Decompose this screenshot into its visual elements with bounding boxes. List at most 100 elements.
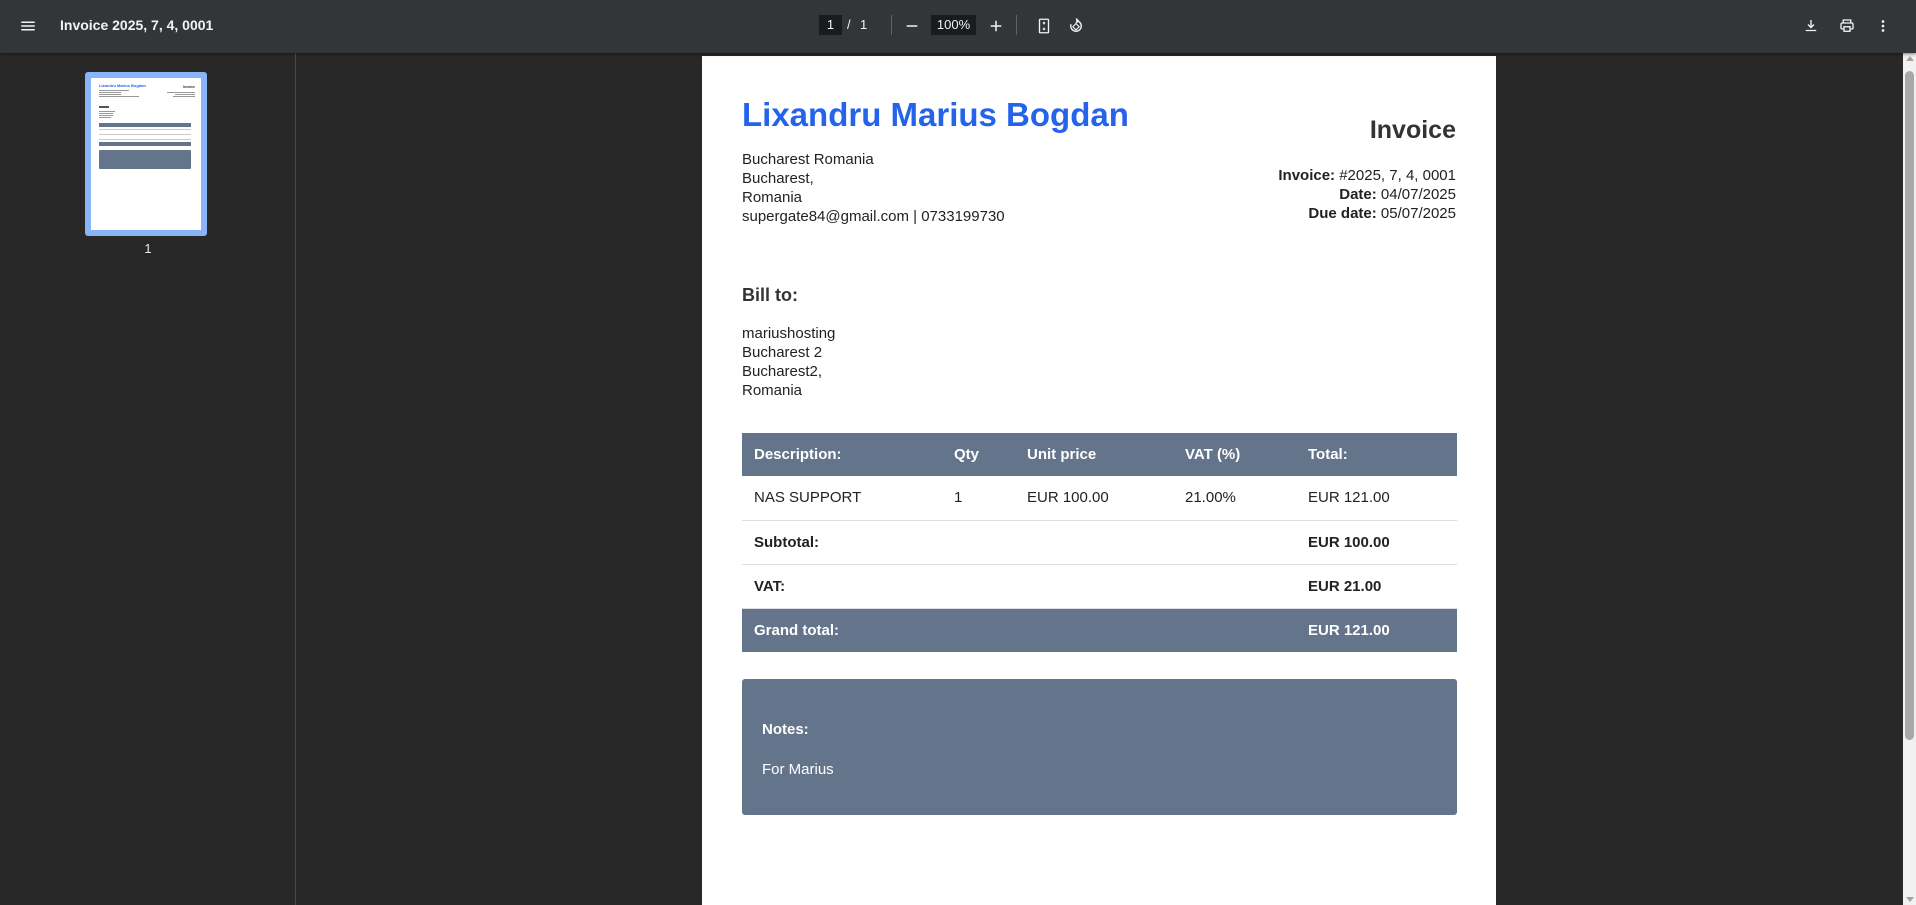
- print-button[interactable]: [1831, 10, 1863, 42]
- column-header: Qty: [942, 433, 1015, 476]
- invoice-date-value: 04/07/2025: [1380, 186, 1456, 203]
- table-header-row: Description: Qty Unit price VAT (%) Tota…: [742, 433, 1457, 476]
- seller-name: Lixandru Marius Bogdan: [742, 96, 1129, 133]
- vertical-dots-icon: [1881, 20, 1885, 32]
- bill-to-address: mariushosting Bucharest 2 Bucharest2, Ro…: [742, 324, 835, 400]
- page-separator: /: [847, 17, 851, 32]
- thumbnail-line: [175, 94, 195, 95]
- vat-value: EUR 21.00: [1296, 564, 1457, 609]
- toolbar-divider: [1016, 15, 1017, 35]
- scroll-up-arrow-icon[interactable]: [1906, 56, 1914, 61]
- subtotal-label: Subtotal:: [742, 520, 942, 565]
- seller-address-line: Bucharest Romania: [742, 151, 874, 168]
- grand-total-value: EUR 121.00: [1296, 608, 1457, 652]
- vat-row: VAT: EUR 21.00: [742, 564, 1457, 609]
- zoom-in-button[interactable]: [980, 10, 1012, 42]
- thumbnail-page-preview: Lixandru Marius Bogdan Invoice: [91, 78, 201, 230]
- scrollbar-thumb[interactable]: [1905, 71, 1914, 740]
- more-options-button[interactable]: [1867, 10, 1899, 42]
- thumbnail-line: [99, 129, 191, 130]
- download-button[interactable]: [1795, 10, 1827, 42]
- grand-total-label: Grand total:: [742, 608, 942, 652]
- invoice-meta: Invoice: #2025, 7, 4, 0001 Date: 04/07/2…: [1278, 166, 1456, 223]
- thumbnail-line: [99, 115, 113, 116]
- subtotal-value: EUR 100.00: [1296, 520, 1457, 565]
- column-header: VAT (%): [1173, 433, 1296, 476]
- column-header: Unit price: [1015, 433, 1173, 476]
- thumbnail-grand-total: [99, 142, 191, 146]
- notes-title: Notes:: [762, 721, 809, 738]
- zoom-out-button[interactable]: [896, 10, 928, 42]
- seller-address-line: Bucharest,: [742, 170, 814, 187]
- item-total: EUR 121.00: [1296, 476, 1457, 521]
- bill-to-line: Romania: [742, 382, 803, 399]
- invoice-number-value: #2025, 7, 4, 0001: [1339, 167, 1456, 184]
- grand-total-row: Grand total: EUR 121.00: [742, 608, 1457, 652]
- thumbnail-line: [99, 139, 191, 140]
- column-header: Description:: [742, 433, 942, 476]
- fit-to-page-icon: [1038, 18, 1050, 34]
- vertical-scrollbar[interactable]: [1903, 53, 1916, 905]
- thumbnail-table-header: [99, 123, 191, 127]
- thumbnail-line: [99, 117, 111, 118]
- menu-button[interactable]: [12, 10, 44, 42]
- notes-text: For Marius: [762, 761, 834, 778]
- minus-icon: [906, 25, 918, 27]
- page-total: 1: [860, 17, 868, 32]
- thumbnail-line: [99, 134, 191, 135]
- table-row: NAS SUPPORT 1 EUR 100.00 21.00% EUR 121.…: [742, 476, 1457, 521]
- invoice-heading: Invoice: [1369, 116, 1456, 144]
- document-title: Invoice 2025, 7, 4, 0001: [60, 17, 214, 33]
- thumbnail-seller-name: Lixandru Marius Bogdan: [99, 83, 146, 88]
- seller-address-line: Romania: [742, 189, 803, 206]
- thumbnail-line: [99, 92, 121, 93]
- download-icon: [1805, 20, 1817, 32]
- thumbnail-line: [99, 111, 115, 112]
- bill-to-line: Bucharest2,: [742, 363, 823, 380]
- toolbar-divider: [891, 15, 892, 35]
- invoice-items-table: Description: Qty Unit price VAT (%) Tota…: [742, 433, 1457, 652]
- zoom-input[interactable]: 100%: [931, 15, 976, 35]
- thumbnail-line: [99, 94, 121, 95]
- fit-page-button[interactable]: [1028, 10, 1060, 42]
- invoice-date-label: Date:: [1339, 186, 1377, 203]
- item-unit-price: EUR 100.00: [1015, 476, 1173, 521]
- rotate-button[interactable]: [1060, 10, 1092, 42]
- plus-icon: [990, 20, 1002, 32]
- column-header: Total:: [1296, 433, 1457, 476]
- thumbnail-line: [99, 106, 109, 108]
- bill-to-line: mariushosting: [742, 325, 836, 342]
- due-date-label: Due date:: [1308, 205, 1377, 222]
- thumbnail-line: [99, 113, 113, 114]
- thumbnail-invoice-heading: Invoice: [182, 85, 195, 89]
- hamburger-icon: [21, 21, 35, 31]
- seller-address: Bucharest Romania Bucharest, Romania sup…: [742, 150, 1005, 226]
- document-viewer[interactable]: Lixandru Marius Bogdan Bucharest Romania…: [297, 53, 1903, 905]
- thumbnail-line: [99, 96, 139, 97]
- pdf-toolbar: Invoice 2025, 7, 4, 0001 1 / 1 100%: [0, 0, 1916, 53]
- page-thumbnail[interactable]: Lixandru Marius Bogdan Invoice: [85, 72, 207, 236]
- item-description: NAS SUPPORT: [742, 476, 942, 521]
- due-date-value: 05/07/2025: [1380, 205, 1456, 222]
- thumbnail-line: [99, 90, 129, 91]
- thumbnail-line: [173, 96, 195, 97]
- bill-to-heading: Bill to:: [742, 285, 798, 305]
- invoice-number-label: Invoice:: [1278, 167, 1336, 184]
- vat-label: VAT:: [742, 564, 942, 609]
- bill-to-line: Bucharest 2: [742, 344, 823, 361]
- pdf-page: Lixandru Marius Bogdan Bucharest Romania…: [702, 56, 1496, 905]
- thumbnail-sidebar: Lixandru Marius Bogdan Invoice 1: [0, 53, 296, 905]
- printer-icon: [1840, 19, 1854, 32]
- seller-contact: supergate84@gmail.com | 0733199730: [742, 208, 1005, 225]
- item-qty: 1: [942, 476, 1015, 521]
- subtotal-row: Subtotal: EUR 100.00: [742, 520, 1457, 565]
- invoice-date-row: Date: 04/07/2025: [1278, 185, 1456, 204]
- scroll-down-arrow-icon[interactable]: [1906, 897, 1914, 902]
- item-vat: 21.00%: [1173, 476, 1296, 521]
- page-number-input[interactable]: 1: [819, 15, 842, 35]
- thumbnail-page-number: 1: [144, 241, 152, 256]
- rotate-icon: [1070, 18, 1082, 32]
- notes-box: Notes: For Marius: [742, 679, 1457, 815]
- invoice-number-row: Invoice: #2025, 7, 4, 0001: [1278, 166, 1456, 185]
- due-date-row: Due date: 05/07/2025: [1278, 204, 1456, 223]
